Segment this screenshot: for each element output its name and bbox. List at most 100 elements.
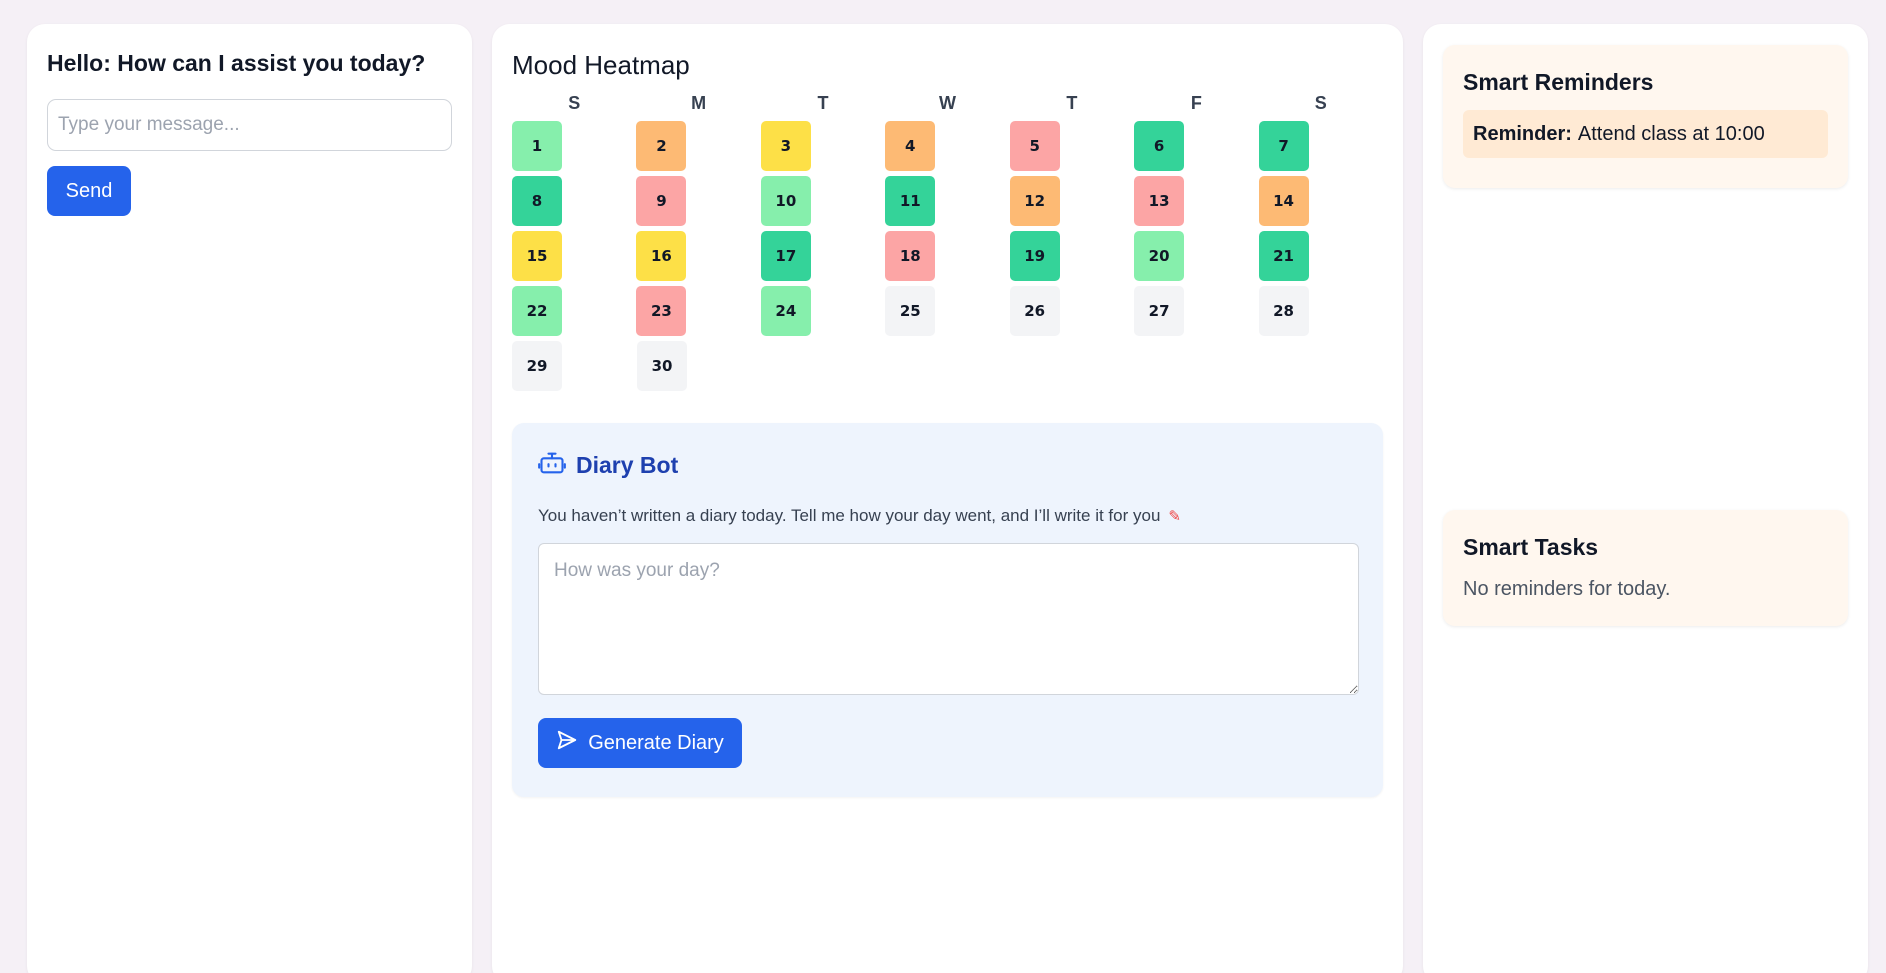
calendar-day[interactable]: 7 [1258, 121, 1309, 171]
calendar-day[interactable]: 26 [1009, 286, 1060, 336]
calendar-week-row: 22 23 24 25 26 27 28 [512, 286, 1383, 341]
calendar-day[interactable]: 15 [512, 231, 562, 281]
calendar-day-number: 14 [1273, 192, 1294, 210]
calendar-day[interactable]: 20 [1134, 231, 1185, 281]
calendar-cell: 11 [885, 176, 1009, 231]
calendar-cell: 29 [512, 341, 637, 396]
generate-diary-button[interactable]: Generate Diary [538, 718, 742, 768]
calendar-day[interactable]: 8 [512, 176, 562, 226]
calendar-day[interactable]: 25 [885, 286, 936, 336]
mood-calendar-grid: 1 2 3 4 5 6 7 8 9 10 11 12 13 14 15 16 17 18 19 20 21 22 23 24 2… [512, 121, 1383, 396]
weekday-label: T [817, 93, 829, 113]
calendar-day-number: 24 [775, 302, 797, 320]
calendar-cell: 27 [1134, 286, 1258, 341]
calendar-day-number: 21 [1273, 247, 1294, 265]
send-button[interactable]: Send [47, 166, 131, 216]
chat-panel: Hello: How can I assist you today? Send [27, 24, 472, 973]
calendar-day[interactable]: 4 [885, 121, 936, 171]
calendar-cell: 22 [512, 286, 636, 341]
calendar-day-number: 26 [1024, 302, 1046, 320]
calendar-cell: 21 [1258, 231, 1383, 286]
calendar-day[interactable]: 1 [512, 121, 562, 171]
calendar-day[interactable]: 2 [636, 121, 687, 171]
calendar-day[interactable]: 22 [512, 286, 562, 336]
calendar-day-number: 29 [526, 357, 548, 375]
calendar-day[interactable]: 21 [1258, 231, 1309, 281]
calendar-day[interactable]: 13 [1134, 176, 1185, 226]
weekday-label: T [1066, 93, 1078, 113]
calendar-day[interactable]: 11 [885, 176, 936, 226]
calendar-cell: 1 [512, 121, 636, 176]
calendar-day-number: 13 [1148, 192, 1170, 210]
send-icon [556, 729, 578, 757]
calendar-week-row: 15 16 17 18 19 20 21 [512, 231, 1383, 286]
calendar-day-number: 2 [656, 137, 667, 155]
calendar-day[interactable]: 14 [1258, 176, 1309, 226]
tasks-empty-text: No reminders for today. [1463, 578, 1671, 600]
pencil-icon: ✎ [1168, 508, 1181, 525]
calendar-day-number: 9 [656, 192, 667, 210]
calendar-cell: 13 [1134, 176, 1258, 231]
calendar-day-number: 12 [1024, 192, 1046, 210]
mood-panel: Mood Heatmap S M T W T F S 1 2 3 4 5 6 7 8 9 10 11… [492, 24, 1403, 973]
calendar-day[interactable]: 16 [636, 231, 687, 281]
diary-prompt: You haven’t written a diary today. Tell … [538, 506, 1357, 526]
calendar-day[interactable]: 18 [885, 231, 936, 281]
calendar-day-number: 18 [899, 247, 921, 265]
calendar-cell: 4 [885, 121, 1009, 176]
calendar-cell: 20 [1134, 231, 1258, 286]
chat-message-input[interactable] [47, 99, 452, 151]
calendar-day[interactable]: 12 [1009, 176, 1060, 226]
generate-diary-label: Generate Diary [588, 731, 724, 754]
calendar-day[interactable]: 27 [1134, 286, 1185, 336]
calendar-cell: 6 [1134, 121, 1258, 176]
weekday-label: M [691, 93, 707, 113]
calendar-day-number: 27 [1148, 302, 1170, 320]
reminder-item: Reminder: Attend class at 10:00 [1463, 110, 1828, 158]
calendar-day-number: 19 [1024, 247, 1046, 265]
calendar-cell: 26 [1009, 286, 1134, 341]
diary-textarea[interactable] [538, 543, 1359, 695]
calendar-day[interactable]: 10 [760, 176, 811, 226]
calendar-cell: 2 [636, 121, 760, 176]
calendar-cell: 19 [1009, 231, 1134, 286]
calendar-day[interactable]: 24 [760, 286, 811, 336]
weekday-label: W [938, 93, 956, 113]
calendar-day-number: 6 [1153, 137, 1165, 155]
calendar-week-row: 1 2 3 4 5 6 7 [512, 121, 1383, 176]
calendar-cell: 18 [885, 231, 1009, 286]
diary-bot-card: Diary Bot You haven’t written a diary to… [512, 423, 1383, 797]
weekday-label: F [1190, 93, 1202, 113]
calendar-day[interactable]: 29 [512, 341, 562, 391]
calendar-day-number: 11 [899, 192, 921, 210]
robot-icon [538, 449, 566, 482]
calendar-day[interactable]: 28 [1258, 286, 1309, 336]
calendar-day[interactable]: 30 [637, 341, 687, 391]
calendar-cell: 5 [1009, 121, 1134, 176]
calendar-day-number: 23 [650, 302, 672, 320]
calendar-day-number: 30 [651, 357, 673, 375]
smart-tasks-title: Smart Tasks [1463, 534, 1599, 560]
calendar-day[interactable]: 17 [760, 231, 811, 281]
calendar-day[interactable]: 19 [1009, 231, 1060, 281]
calendar-cell: 8 [512, 176, 636, 231]
calendar-day-number: 22 [526, 302, 548, 320]
calendar-day[interactable]: 23 [636, 286, 687, 336]
calendar-day[interactable]: 6 [1134, 121, 1185, 171]
calendar-day[interactable]: 3 [760, 121, 811, 171]
weekday-label: S [1314, 93, 1327, 113]
calendar-cell: 14 [1258, 176, 1383, 231]
calendar-day-number: 8 [531, 192, 543, 210]
calendar-day-number: 7 [1278, 137, 1289, 155]
chat-heading: Hello: How can I assist you today? [47, 50, 426, 76]
weekday-label: S [568, 93, 581, 113]
smart-reminders-card: Smart Reminders Reminder: Attend class a… [1443, 45, 1848, 188]
calendar-day[interactable]: 5 [1009, 121, 1060, 171]
calendar-day-number: 4 [905, 137, 916, 155]
smart-panel: Smart Reminders Reminder: Attend class a… [1423, 24, 1868, 973]
diary-bot-header: Diary Bot [538, 449, 1357, 482]
calendar-week-row: 29 30 [512, 341, 1383, 396]
reminder-text: Attend class at 10:00 [1577, 122, 1765, 145]
calendar-cell: 3 [760, 121, 885, 176]
calendar-day[interactable]: 9 [636, 176, 687, 226]
